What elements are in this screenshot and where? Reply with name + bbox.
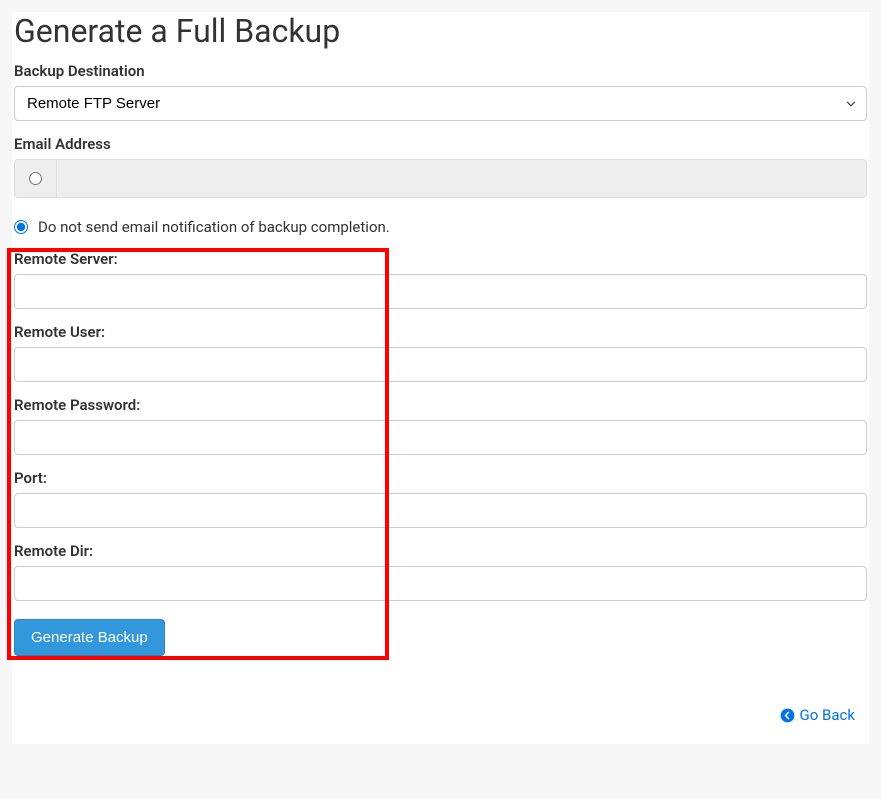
port-group: Port: (12, 469, 869, 528)
remote-fields-wrap: Remote Server: Remote User: Remote Passw… (12, 250, 869, 601)
remote-user-group: Remote User: (12, 323, 869, 382)
remote-password-group: Remote Password: (12, 396, 869, 455)
email-input-row (14, 159, 867, 198)
generate-backup-button[interactable]: Generate Backup (14, 619, 165, 656)
email-address-group: Email Address (12, 135, 869, 198)
backup-destination-group: Backup Destination Remote FTP Server (12, 62, 869, 121)
do-not-send-row: Do not send email notification of backup… (12, 212, 869, 250)
remote-user-input[interactable] (14, 347, 867, 382)
port-label: Port: (14, 469, 867, 487)
remote-user-label: Remote User: (14, 323, 867, 341)
remote-server-label: Remote Server: (14, 250, 867, 268)
do-not-send-radio[interactable] (14, 220, 28, 234)
backup-destination-label: Backup Destination (14, 62, 867, 80)
remote-dir-group: Remote Dir: (12, 542, 869, 601)
remote-password-input[interactable] (14, 420, 867, 455)
email-send-radio[interactable] (29, 172, 42, 185)
port-input[interactable] (14, 493, 867, 528)
remote-dir-label: Remote Dir: (14, 542, 867, 560)
remote-server-input[interactable] (14, 274, 867, 309)
back-arrow-icon (780, 707, 796, 723)
backup-destination-select[interactable]: Remote FTP Server (14, 86, 867, 121)
remote-server-group: Remote Server: (12, 250, 869, 309)
remote-password-label: Remote Password: (14, 396, 867, 414)
backup-form-container: Generate a Full Backup Backup Destinatio… (12, 12, 869, 744)
remote-dir-input[interactable] (14, 566, 867, 601)
go-back-text: Go Back (800, 706, 855, 724)
email-address-label: Email Address (14, 135, 867, 153)
go-back-link[interactable]: Go Back (780, 706, 855, 724)
email-send-radio-box (15, 160, 57, 197)
page-title: Generate a Full Backup (12, 12, 869, 50)
do-not-send-label: Do not send email notification of backup… (38, 218, 390, 236)
email-address-input[interactable] (57, 160, 866, 197)
go-back-row: Go Back (12, 706, 869, 724)
